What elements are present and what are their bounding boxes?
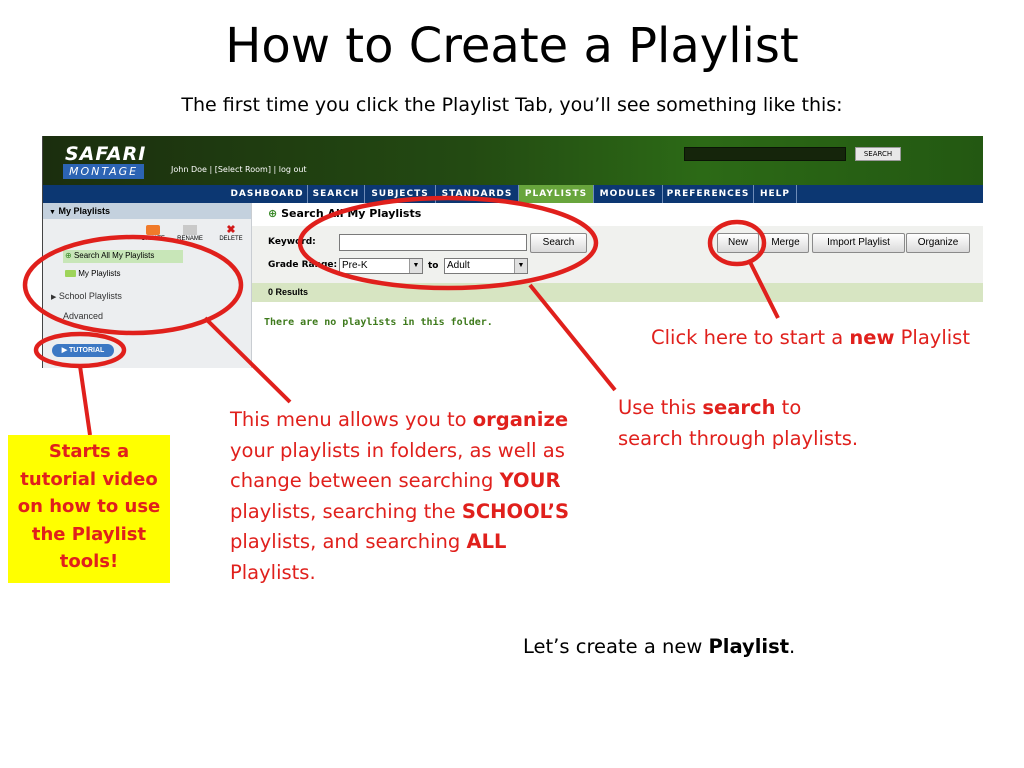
search-note-bold: search: [702, 396, 776, 419]
create-label: CREATE: [141, 236, 165, 242]
nav-modules[interactable]: MODULES: [594, 185, 663, 203]
nav-search[interactable]: SEARCH: [308, 185, 365, 203]
create-icon: [146, 225, 160, 235]
keyword-input[interactable]: [339, 234, 527, 251]
new-note-text: Click here to start a: [651, 326, 850, 349]
nav-standards[interactable]: STANDARDS: [436, 185, 519, 203]
organize-button[interactable]: Organize: [906, 233, 970, 253]
empty-folder-message: There are no playlists in this folder.: [264, 317, 493, 328]
menu-note-bold: organize: [472, 408, 569, 431]
rename-icon: [183, 225, 197, 235]
nav-subjects[interactable]: SUBJECTS: [365, 185, 436, 203]
playlist-sidebar: ▼ My Playlists CREATE RENAME ✖ DELETE ⊕ …: [43, 203, 252, 368]
slide-subtitle: The first time you click the Playlist Ta…: [181, 94, 843, 116]
section-label: Advanced: [63, 311, 104, 321]
grade-to-label: to: [428, 261, 439, 271]
rename-label: RENAME: [177, 236, 203, 242]
logo-safari[interactable]: SAFARI: [65, 143, 146, 165]
main-nav: DASHBOARD SEARCH SUBJECTS STANDARDS PLAY…: [43, 185, 983, 203]
dropdown-arrow-icon[interactable]: ▼: [409, 259, 422, 273]
tutorial-label: TUTORIAL: [69, 347, 105, 354]
play-icon: ▶: [61, 347, 68, 354]
keyword-label: Keyword:: [268, 237, 316, 247]
new-button-note: Click here to start a new Playlist: [651, 323, 970, 354]
global-search-input[interactable]: [684, 147, 846, 161]
new-note-tail: Playlist: [894, 326, 970, 349]
dropdown-arrow-icon[interactable]: ▼: [514, 259, 527, 273]
folder-icon: [65, 270, 76, 278]
new-note-bold: new: [849, 326, 895, 349]
closing-text-tail: .: [789, 635, 796, 658]
tree-item-label: Search All My Playlists: [73, 251, 155, 260]
menu-note-part: This menu allows you to: [230, 408, 473, 431]
menu-note-bold: YOUR: [499, 469, 561, 492]
sidebar-header-label: My Playlists: [58, 206, 110, 216]
results-count: 0 Results: [252, 283, 983, 302]
menu-note-part: playlists, searching the: [230, 499, 462, 523]
merge-button[interactable]: Merge: [762, 233, 809, 253]
closing-text-bold: Playlist: [708, 635, 790, 658]
menu-note: This menu allows you to organize your pl…: [230, 405, 590, 588]
grade-range-label: Grade Range:: [268, 260, 338, 270]
rename-button[interactable]: RENAME: [172, 225, 208, 242]
section-school-playlists[interactable]: ▶ School Playlists: [51, 291, 122, 301]
menu-note-bold: SCHOOL’S: [461, 499, 570, 523]
global-search-button[interactable]: SEARCH: [855, 147, 901, 161]
app-header: SAFARI MONTAGE John Doe | [Select Room] …: [43, 136, 983, 185]
sidebar-header[interactable]: ▼ My Playlists: [43, 203, 251, 219]
search-note: Use this search to search through playli…: [618, 393, 858, 454]
import-playlist-button[interactable]: Import Playlist: [812, 233, 905, 253]
tutorial-note-box: Starts a tutorial video on how to use th…: [8, 435, 170, 583]
nav-dashboard[interactable]: DASHBOARD: [227, 185, 308, 203]
create-button[interactable]: CREATE: [135, 225, 171, 242]
new-playlist-button[interactable]: New: [717, 233, 759, 253]
delete-icon: ✖: [226, 224, 236, 236]
logo-montage[interactable]: MONTAGE: [63, 164, 145, 179]
grade-from-select[interactable]: Pre-K ▼: [339, 258, 423, 274]
user-links[interactable]: John Doe | [Select Room] | log out: [171, 165, 307, 174]
tree-item-label: My Playlists: [78, 269, 121, 278]
menu-note-bold: ALL: [466, 530, 507, 553]
chevron-down-icon: ▼: [49, 209, 56, 216]
search-panel-title: ⊕ Search All My Playlists: [268, 207, 421, 220]
tutorial-button[interactable]: ▶ TUTORIAL: [52, 344, 114, 357]
grade-to-value: Adult: [447, 260, 470, 271]
search-panel-title-text: Search All My Playlists: [281, 207, 422, 220]
search-icon: ⊕: [268, 207, 278, 220]
tree-item-my-playlists[interactable]: My Playlists: [65, 269, 120, 278]
nav-help[interactable]: HELP: [754, 185, 797, 203]
closing-text-part: Let’s create a new: [523, 635, 709, 658]
slide-title: How to Create a Playlist: [225, 18, 799, 74]
pointer-tutorial-line: [78, 365, 92, 436]
nav-playlists[interactable]: PLAYLISTS: [519, 185, 594, 203]
delete-label: DELETE: [219, 236, 243, 242]
section-advanced[interactable]: Advanced: [63, 311, 103, 321]
closing-text: Let’s create a new Playlist.: [523, 635, 795, 658]
magnifier-icon: ⊕: [65, 251, 72, 260]
search-note-tail: to: [775, 396, 802, 419]
search-note-line2: search through playlists.: [618, 426, 859, 450]
chevron-right-icon: ▶: [51, 294, 57, 301]
grade-to-select[interactable]: Adult ▼: [444, 258, 528, 274]
menu-note-part: Playlists.: [230, 560, 316, 584]
menu-note-part: playlists, and searching: [230, 530, 467, 553]
section-label: School Playlists: [58, 291, 122, 301]
delete-button[interactable]: ✖ DELETE: [213, 224, 249, 243]
grade-from-value: Pre-K: [342, 260, 368, 271]
tree-item-search-all[interactable]: ⊕ Search All My Playlists: [65, 251, 154, 260]
nav-preferences[interactable]: PREFERENCES: [663, 185, 754, 203]
search-note-text: Use this: [618, 396, 703, 419]
search-button[interactable]: Search: [530, 233, 587, 253]
